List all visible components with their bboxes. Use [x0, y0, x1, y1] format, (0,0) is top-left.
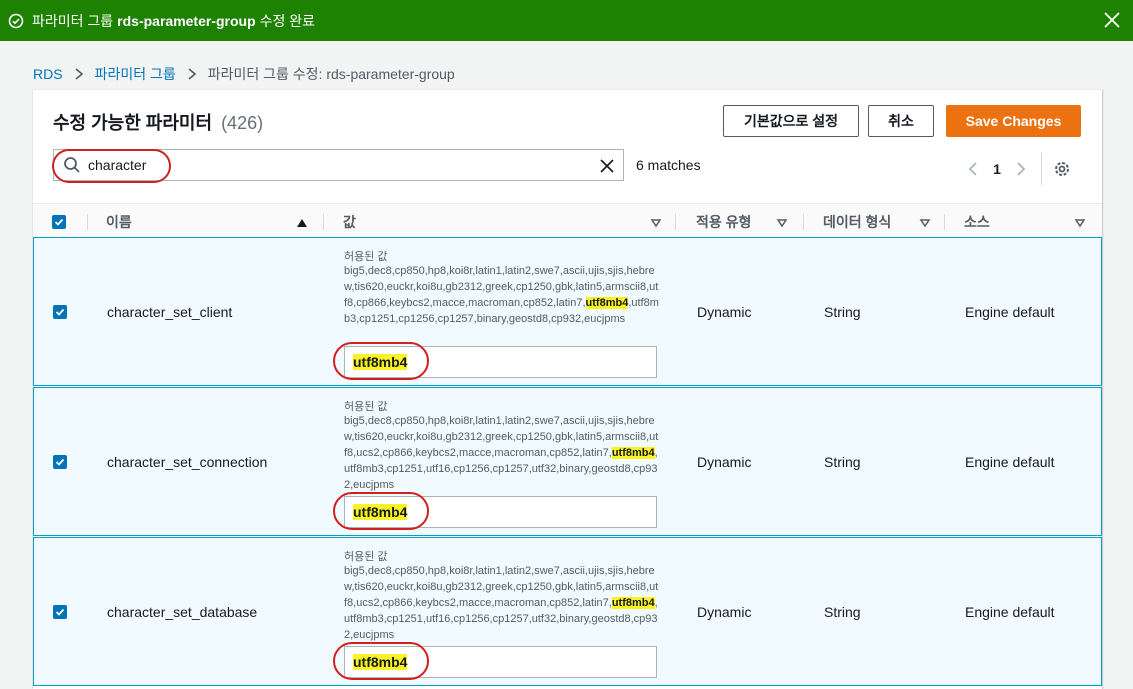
flash-suffix: 수정 완료: [259, 12, 316, 29]
column-header-value[interactable]: 값: [343, 204, 663, 240]
panel-title-text: 수정 가능한 파라미터: [53, 113, 213, 133]
allowed-values: big5,dec8,cp850,hp8,koi8r,latin1,latin2,…: [344, 563, 660, 643]
parameter-name: character_set_client: [107, 304, 233, 320]
sort-caret-icon: [650, 216, 662, 228]
table-row[interactable]: character_set_database 허용된 값 big5,dec8,c…: [33, 537, 1102, 686]
flash-group-name: rds-parameter-group: [117, 12, 256, 29]
column-header-apply-type[interactable]: 적용 유형: [696, 204, 796, 240]
cancel-button[interactable]: 취소: [868, 105, 934, 137]
save-changes-button[interactable]: Save Changes: [946, 105, 1081, 137]
allowed-values: big5,dec8,cp850,hp8,koi8r,latin1,latin2,…: [344, 413, 660, 493]
row-checkbox-cell: [53, 605, 67, 619]
column-divider: [87, 214, 88, 230]
breadcrumb-rds[interactable]: RDS: [33, 66, 63, 82]
search-highlight: utf8mb4: [585, 297, 629, 309]
flash-prefix: 파라미터 그룹: [32, 12, 114, 29]
table-row[interactable]: character_set_client 허용된 값 big5,dec8,cp8…: [33, 237, 1102, 386]
search-input[interactable]: [88, 157, 568, 173]
column-divider: [944, 214, 945, 230]
search-highlight: utf8mb4: [611, 447, 655, 459]
column-source-label: 소스: [964, 214, 990, 230]
gear-icon[interactable]: [1052, 159, 1072, 179]
sort-ascending-icon: [296, 216, 308, 228]
chevron-right-icon: [186, 67, 198, 81]
reset-default-button[interactable]: 기본값으로 설정: [723, 105, 859, 137]
select-all-cell: [52, 204, 66, 240]
row-checkbox[interactable]: [53, 605, 67, 619]
select-all-checkbox[interactable]: [52, 215, 66, 229]
column-name-label: 이름: [106, 214, 132, 230]
search-highlight: utf8mb4: [611, 597, 655, 609]
close-icon[interactable]: [1101, 9, 1123, 31]
value-text: utf8mb4: [353, 504, 408, 520]
row-checkbox-cell: [53, 455, 67, 469]
allowed-values-label: 허용된 값: [344, 401, 388, 413]
sort-caret-icon: [919, 216, 931, 228]
allowed-values-label: 허용된 값: [344, 551, 388, 563]
parameter-name: character_set_database: [107, 604, 258, 620]
allowed-values: big5,dec8,cp850,hp8,koi8r,latin1,latin2,…: [344, 263, 660, 327]
source: Engine default: [965, 304, 1055, 320]
value-input[interactable]: utf8mb4: [344, 346, 657, 378]
pagination: 1: [963, 153, 1072, 185]
search-field: [53, 149, 624, 181]
check-circle-icon: [8, 13, 24, 29]
row-checkbox[interactable]: [53, 455, 67, 469]
column-value-label: 값: [343, 214, 356, 230]
pager-divider: [1041, 153, 1042, 185]
column-header-data-type[interactable]: 데이터 형식: [823, 204, 935, 240]
sort-caret-icon: [776, 216, 788, 228]
parameter-count: (426): [221, 113, 264, 133]
panel-title: 수정 가능한 파라미터 (426): [53, 109, 263, 135]
allowed-values-label: 허용된 값: [344, 251, 388, 263]
page-number[interactable]: 1: [983, 161, 1011, 177]
column-divider: [803, 214, 804, 230]
value-text: utf8mb4: [353, 354, 408, 370]
data-type: String: [824, 604, 861, 620]
breadcrumb-current: 파라미터 그룹 수정: rds-parameter-group: [207, 66, 455, 82]
row-checkbox[interactable]: [53, 305, 67, 319]
table-row[interactable]: character_set_connection 허용된 값 big5,dec8…: [33, 387, 1102, 536]
chevron-right-icon: [73, 67, 85, 81]
source: Engine default: [965, 454, 1055, 470]
breadcrumb: RDS 파라미터 그룹 파라미터 그룹 수정: rds-parameter-gr…: [33, 64, 455, 84]
value-input[interactable]: utf8mb4: [344, 646, 657, 678]
sort-caret-icon: [1074, 216, 1086, 228]
chevron-right-icon[interactable]: [1011, 157, 1031, 181]
search-icon: [62, 155, 82, 175]
value-input[interactable]: utf8mb4: [344, 496, 657, 528]
column-header-name[interactable]: 이름: [106, 204, 312, 240]
column-data-type-label: 데이터 형식: [823, 214, 892, 230]
column-apply-type-label: 적용 유형: [696, 214, 752, 230]
column-divider: [323, 214, 324, 230]
table-header: 이름 값 적용 유형 데이터 형식 소스: [33, 203, 1102, 239]
parameter-name: character_set_connection: [107, 454, 268, 470]
row-checkbox-cell: [53, 305, 67, 319]
source: Engine default: [965, 604, 1055, 620]
column-header-source[interactable]: 소스: [964, 204, 1090, 240]
column-divider: [675, 214, 676, 230]
breadcrumb-parameter-groups[interactable]: 파라미터 그룹: [95, 64, 176, 84]
value-text: utf8mb4: [353, 654, 408, 670]
apply-type: Dynamic: [697, 454, 752, 470]
match-count: 6 matches: [636, 157, 701, 173]
success-flashbar: 파라미터 그룹 rds-parameter-group 수정 완료: [0, 0, 1133, 41]
data-type: String: [824, 304, 861, 320]
apply-type: Dynamic: [697, 604, 752, 620]
chevron-left-icon[interactable]: [963, 157, 983, 181]
clear-icon[interactable]: [597, 156, 617, 176]
data-type: String: [824, 454, 861, 470]
parameters-panel: 수정 가능한 파라미터 (426) 기본값으로 설정 취소 Save Chang…: [33, 89, 1102, 689]
apply-type: Dynamic: [697, 304, 752, 320]
